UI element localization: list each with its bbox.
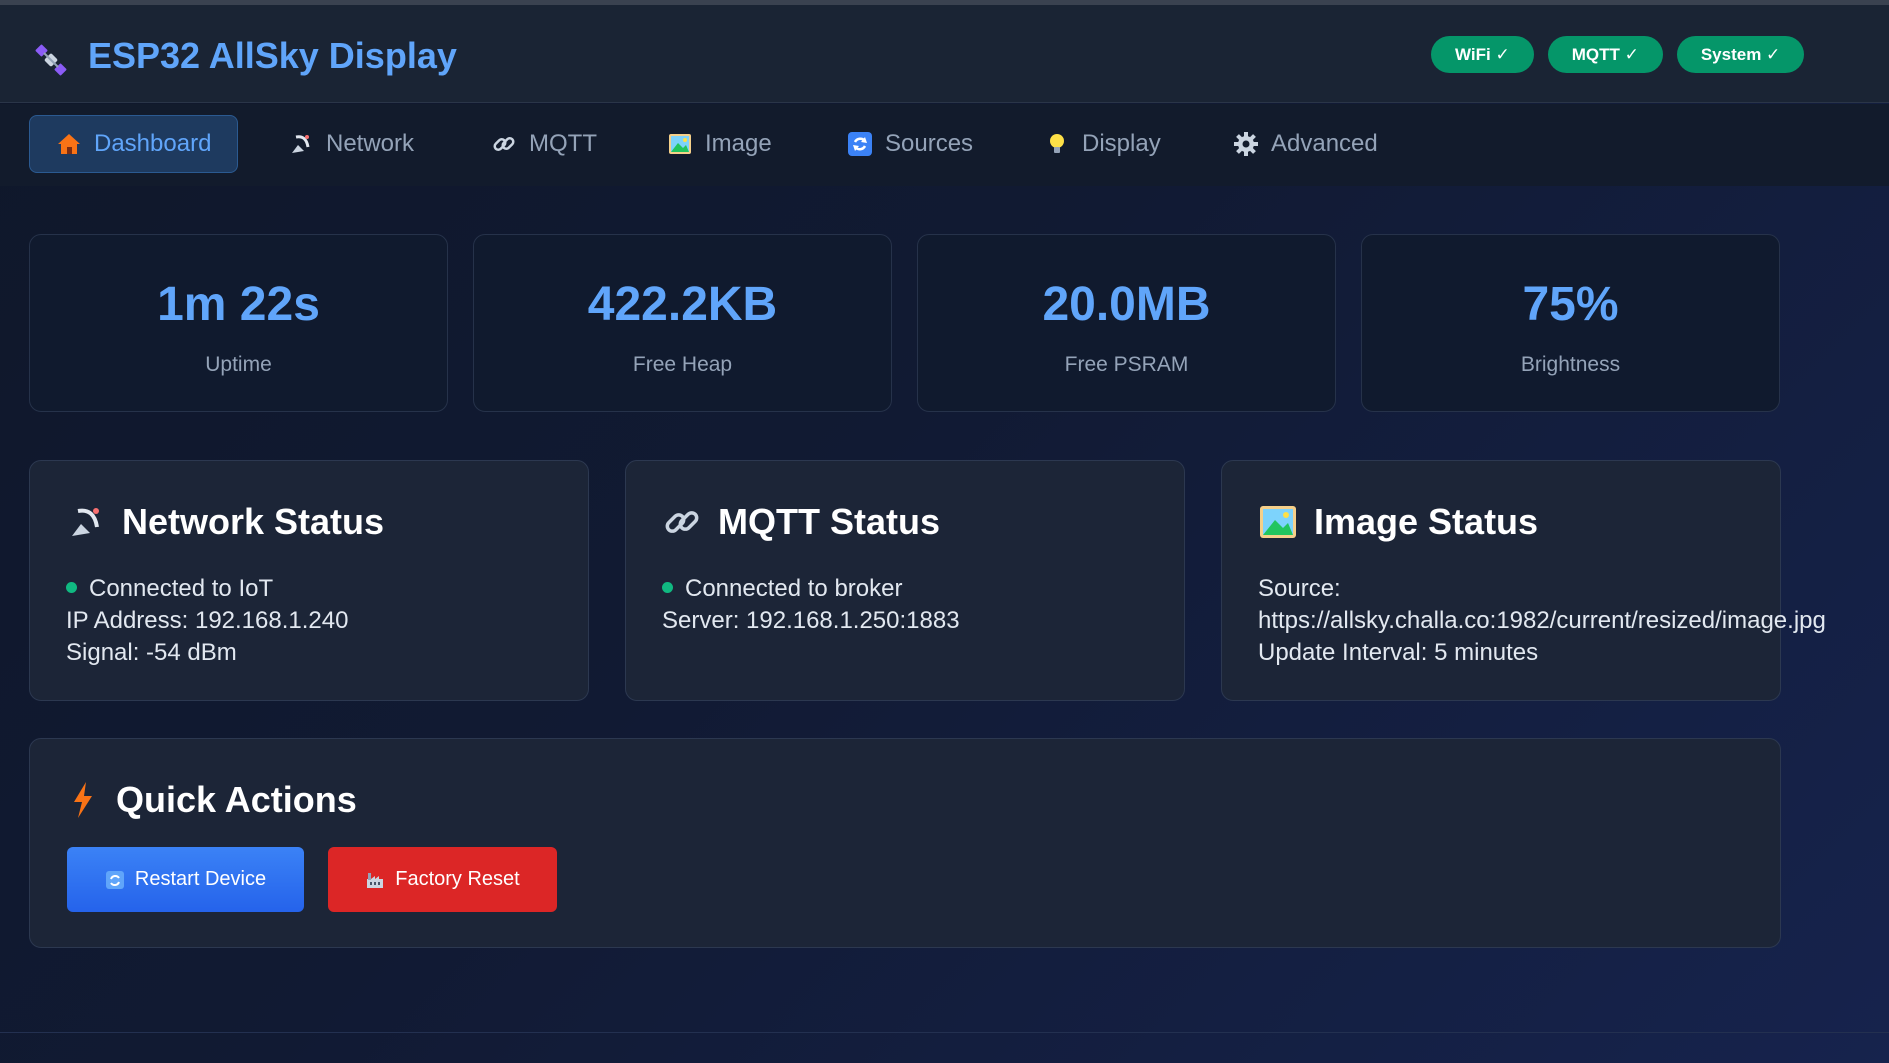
brightness-card: 75% Brightness (1361, 234, 1780, 412)
app-title: ESP32 AllSky Display (88, 35, 457, 76)
free-heap-value: 422.2KB (587, 278, 778, 331)
card-header: Network Status (66, 501, 384, 543)
uptime-label: Uptime (205, 353, 272, 376)
image-status-body: Source: https://allsky.challa.co:1982/cu… (1258, 573, 1840, 669)
factory-reset-label: Factory Reset (395, 868, 520, 890)
refresh-icon (105, 870, 124, 889)
lightning-icon (74, 782, 92, 818)
tab-sources[interactable]: Sources (821, 115, 999, 173)
network-connection-text: Connected to IoT (89, 575, 274, 602)
network-status-title: Network Status (122, 501, 385, 542)
card-header: Image Status (1258, 501, 1538, 543)
link-icon (665, 511, 699, 533)
mqtt-status-badge: MQTT ✓ (1547, 36, 1663, 73)
main-nav: Dashboard Network MQTT Image Sources Dis… (0, 104, 1889, 186)
restart-device-label: Restart Device (134, 868, 267, 890)
restart-device-button[interactable]: Restart Device (67, 847, 304, 912)
quick-actions-title: Quick Actions (116, 779, 357, 820)
tab-label: Display (1082, 130, 1161, 157)
tab-label: Network (326, 130, 415, 157)
satellite-icon (35, 44, 67, 76)
tab-label: Sources (885, 130, 974, 157)
uptime-card: 1m 22s Uptime (29, 234, 448, 412)
picture-icon (1260, 506, 1296, 538)
connected-indicator (662, 582, 673, 594)
tab-advanced[interactable]: Advanced (1207, 115, 1404, 173)
tab-display[interactable]: Display (1018, 115, 1187, 173)
connected-indicator (66, 582, 77, 594)
quick-actions-card: Quick Actions Restart Device Factory Res… (29, 738, 1781, 948)
brightness-value: 75% (1522, 278, 1619, 331)
mqtt-status-body: Connected to broker Server: 192.168.1.25… (662, 573, 1244, 637)
satellite-dish-icon (72, 508, 99, 536)
factory-reset-button[interactable]: Factory Reset (328, 847, 557, 912)
link-icon (493, 136, 515, 152)
image-status-card: Image Status Source: https://allsky.chal… (1221, 460, 1826, 701)
app-header: ESP32 AllSky Display WiFi ✓ MQTT ✓ Syste… (0, 5, 1889, 103)
free-heap-label: Free Heap (632, 353, 733, 376)
factory-icon (367, 872, 384, 888)
wifi-status-badge: WiFi ✓ (1431, 36, 1534, 73)
tab-mqtt[interactable]: MQTT (465, 115, 623, 173)
tab-label: Advanced (1271, 130, 1378, 157)
source-label: Source: (1258, 575, 1341, 602)
tab-dashboard[interactable]: Dashboard (29, 115, 239, 173)
source-url: https://allsky.challa.co:1982/current/re… (1258, 607, 1826, 634)
free-heap-card: 422.2KB Free Heap (473, 234, 892, 412)
tab-label: Image (705, 130, 772, 157)
mqtt-status-card: MQTT Status Connected to broker Server: … (625, 460, 1185, 701)
update-interval: Update Interval: 5 minutes (1258, 639, 1539, 666)
card-header: MQTT Status (662, 501, 940, 543)
card-header: Quick Actions (66, 779, 357, 821)
free-psram-card: 20.0MB Free PSRAM (917, 234, 1336, 412)
picture-icon (669, 134, 691, 154)
mqtt-status-title: MQTT Status (718, 501, 940, 542)
free-psram-label: Free PSRAM (1064, 353, 1189, 376)
uptime-value: 1m 22s (157, 278, 320, 331)
tab-image[interactable]: Image (641, 115, 798, 173)
satellite-dish-icon (292, 135, 310, 153)
signal-strength: Signal: -54 dBm (66, 639, 237, 666)
status-badges: WiFi ✓ MQTT ✓ System ✓ (1431, 36, 1805, 73)
brightness-label: Brightness (1520, 353, 1621, 376)
mqtt-connection-text: Connected to broker (685, 575, 903, 602)
network-status-body: Connected to IoT IP Address: 192.168.1.2… (66, 573, 648, 669)
tab-label: Dashboard (94, 130, 212, 157)
system-status-badge: System ✓ (1676, 36, 1805, 73)
house-icon (58, 134, 80, 154)
network-connection-line: Connected to IoT (66, 573, 648, 605)
gear-icon (1234, 132, 1258, 156)
lightbulb-icon (1050, 134, 1064, 153)
free-psram-value: 20.0MB (1042, 278, 1211, 331)
refresh-icon (848, 132, 872, 156)
footer-divider (0, 1032, 1889, 1033)
ip-address: IP Address: 192.168.1.240 (66, 607, 349, 634)
image-status-title: Image Status (1314, 501, 1539, 542)
mqtt-server: Server: 192.168.1.250:1883 (662, 607, 960, 634)
tab-label: MQTT (529, 130, 597, 157)
mqtt-connection-line: Connected to broker (662, 573, 1244, 605)
tab-network[interactable]: Network (262, 115, 440, 173)
network-status-card: Network Status Connected to IoT IP Addre… (29, 460, 589, 701)
